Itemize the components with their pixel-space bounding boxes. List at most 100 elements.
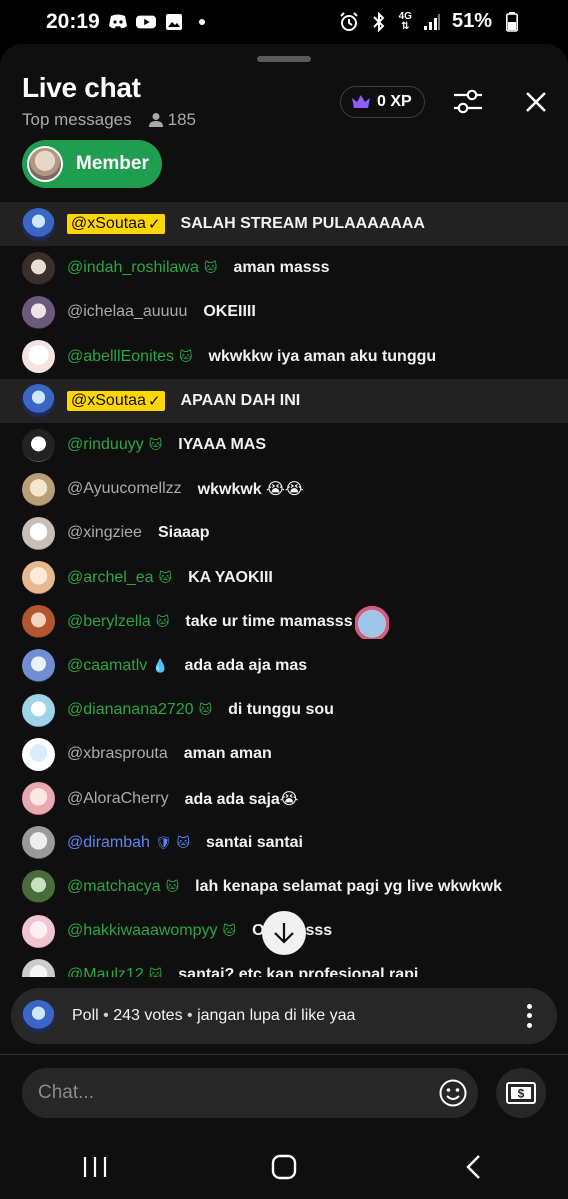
member-chip[interactable]: Member (22, 140, 162, 188)
moderator-shield-icon: 🛡 (154, 834, 172, 850)
home-button[interactable] (254, 1142, 314, 1192)
chat-input-container (22, 1068, 478, 1118)
author-name: @diananana2720 (67, 701, 194, 719)
chat-message[interactable]: @berylzella 🐱 take ur time mamasss (0, 600, 568, 644)
avatar[interactable] (22, 826, 55, 860)
message-author[interactable]: @diananana2720 🐱 (67, 701, 212, 719)
message-author[interactable]: @xingziee (67, 524, 142, 542)
xp-badge[interactable]: 0 XP (340, 86, 425, 118)
author-name: @matchacya (67, 877, 161, 895)
home-icon (271, 1154, 297, 1179)
message-text: Siaaap (157, 524, 210, 542)
scroll-to-bottom-button[interactable] (262, 911, 306, 955)
avatar[interactable] (22, 649, 55, 683)
avatar[interactable] (22, 384, 55, 418)
message-author[interactable]: @indah_roshilawa 🐱 (67, 259, 217, 277)
message-author[interactable]: @xSoutaa ✓ (67, 214, 165, 235)
back-button[interactable] (443, 1142, 503, 1192)
message-author[interactable]: @rinduuyy 🐱 (67, 436, 162, 454)
message-text: KA YAOKIII (188, 568, 273, 586)
message-author[interactable]: @hakkiwaaawompyy 🐱 (67, 922, 236, 940)
chat-message[interactable]: @dirambah 🛡 🐱 santai santai (0, 821, 568, 865)
message-author[interactable]: @ichelaa_auuuu (67, 303, 187, 321)
member-badge-icon: 🐱 (178, 348, 193, 364)
avatar[interactable] (22, 782, 55, 816)
avatar[interactable] (22, 958, 55, 977)
owner-check-icon: ✓ (147, 392, 161, 410)
message-author[interactable]: @berylzella 🐱 (67, 613, 169, 631)
chat-message[interactable]: @abelllEonites 🐱 wkwkkw iya aman aku tung… (0, 335, 568, 379)
chat-message[interactable]: @caamatlv 💧 ada ada aja mas (0, 644, 568, 688)
chat-message[interactable]: @rinduuyy 🐱 IYAAA MAS (0, 423, 568, 467)
avatar[interactable] (22, 693, 55, 727)
chat-message[interactable]: @xSoutaa ✓ SALAH STREAM PULAAAAAAA (0, 202, 568, 247)
avatar[interactable] (22, 605, 55, 639)
more-vert-icon[interactable] (517, 1002, 541, 1030)
avatar[interactable] (22, 561, 55, 595)
status-time: 20:19 (46, 10, 100, 33)
chat-message[interactable]: @xingziee Siaaap (0, 511, 568, 555)
super-chat-button[interactable]: $ (496, 1068, 546, 1118)
message-author[interactable]: @AloraCherry (67, 790, 169, 808)
member-badge-icon: 🐱 (198, 702, 213, 718)
chat-mode-label[interactable]: Top messages (22, 110, 132, 130)
message-text: ada ada saja😭 (184, 790, 299, 808)
network-4g-icon: 4G ⇅ (399, 11, 412, 32)
chat-message-list[interactable]: @xSoutaa ✓ SALAH STREAM PULAAAAAAA @indah… (0, 202, 568, 977)
tune-button[interactable] (448, 82, 488, 122)
avatar[interactable] (22, 914, 55, 948)
chat-message[interactable]: @matchacya 🐱 lah kenapa selamat pagi yg l… (0, 865, 568, 909)
xp-label: 0 XP (377, 93, 412, 110)
emoji-icon[interactable] (438, 1078, 468, 1108)
message-text: take ur time mamasss (185, 604, 389, 639)
chat-message[interactable]: @archel_ea 🐱 KA YAOKIII (0, 556, 568, 600)
chat-message[interactable]: @ichelaa_auuuu OKEIIII (0, 290, 568, 334)
message-author[interactable]: @dirambah 🛡 🐱 (67, 834, 190, 852)
avatar[interactable] (22, 870, 55, 904)
message-author[interactable]: @Maulz12 🐱 (67, 966, 162, 977)
chat-message[interactable]: @xSoutaa ✓ APAAN DAH INI (0, 378, 568, 423)
member-badge-icon: 🐱 (148, 437, 163, 453)
chat-message[interactable]: @AloraCherry ada ada saja😭 (0, 776, 568, 820)
message-author[interactable]: @Ayuucomellzz (67, 480, 182, 498)
message-author[interactable]: @caamatlv 💧 (67, 657, 168, 675)
avatar[interactable] (22, 428, 55, 462)
avatar[interactable] (22, 472, 55, 506)
poll-banner[interactable]: Poll • 243 votes • jangan lupa di like y… (11, 988, 557, 1044)
chat-input[interactable] (38, 1082, 418, 1104)
member-badge-icon: 💧 (152, 657, 169, 673)
message-author[interactable]: @archel_ea 🐱 (67, 569, 172, 587)
message-text: wkwkwk 😭😭 (197, 481, 304, 499)
message-text: APAAN DAH INI (180, 391, 301, 409)
message-author[interactable]: @abelllEonites 🐱 (67, 348, 193, 366)
author-name: @xingziee (67, 524, 142, 542)
recents-button[interactable] (65, 1142, 125, 1192)
chat-message[interactable]: @Ayuucomellzz wkwkwk 😭😭 (0, 467, 568, 511)
member-chip-label: Member (76, 153, 149, 174)
message-author[interactable]: @matchacya 🐱 (67, 878, 179, 896)
chat-message[interactable]: @diananana2720 🐱 di tunggu sou (0, 688, 568, 732)
avatar[interactable] (22, 340, 55, 374)
message-author[interactable]: @xSoutaa ✓ (67, 390, 165, 411)
message-author[interactable]: @xbrasprouta (67, 745, 168, 763)
author-name: @caamatlv (67, 656, 148, 674)
message-text: wkwkkw iya aman aku tunggu (208, 347, 437, 365)
chat-message[interactable]: @indah_roshilawa 🐱 aman masss (0, 246, 568, 290)
member-badge-icon: 🐱 (222, 923, 237, 939)
message-text: aman aman (183, 745, 272, 763)
avatar[interactable] (22, 295, 55, 329)
avatar[interactable] (22, 207, 55, 241)
avatar[interactable] (22, 737, 55, 771)
author-name: @dirambah (67, 833, 150, 851)
avatar[interactable] (22, 251, 55, 285)
tune-icon (454, 89, 482, 114)
poll-separator: • (103, 1007, 114, 1024)
author-name: @abelllEonites (67, 347, 174, 365)
avatar[interactable] (22, 516, 55, 550)
chat-message[interactable]: @Maulz12 🐱 santai? etc kan profesional ra… (0, 953, 568, 977)
page-title: Live chat (22, 72, 141, 103)
chat-message[interactable]: @xbrasprouta aman aman (0, 732, 568, 776)
author-name: @Maulz12 (67, 966, 144, 977)
close-button[interactable] (516, 82, 556, 122)
drag-handle[interactable] (257, 56, 311, 62)
